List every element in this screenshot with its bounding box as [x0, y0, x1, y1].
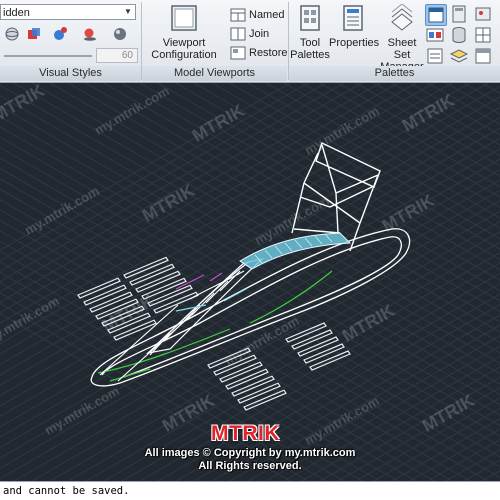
- palettes-panel-label: Palettes: [289, 66, 500, 81]
- tool-palettes-label-1: Tool: [299, 37, 321, 49]
- shadow-button[interactable]: [80, 25, 100, 43]
- palette-extra-button-3[interactable]: [473, 46, 493, 66]
- palettes-panel: Tool Palettes Properties Sheet Set Manag…: [289, 0, 500, 82]
- tool-palettes-label-2: Palettes: [290, 49, 330, 61]
- model-viewports-panel: Viewport Configuration Named Join Restor…: [142, 0, 288, 82]
- properties-icon: [343, 5, 363, 31]
- palette-extra-button-2[interactable]: [473, 25, 493, 45]
- restore-viewports-label: Restore: [249, 47, 288, 59]
- join-viewports-button[interactable]: Join: [230, 25, 269, 43]
- properties-small-button[interactable]: [425, 46, 445, 66]
- named-viewports-button[interactable]: Named: [230, 6, 284, 24]
- properties-small-icon: [427, 48, 443, 64]
- command-line-text: and cannot be saved.: [3, 485, 130, 497]
- viewport-configuration-label-2: Configuration: [151, 49, 217, 61]
- join-viewports-icon: [230, 27, 246, 41]
- markup-set-manager-button[interactable]: [425, 4, 447, 26]
- viewport-configuration-button[interactable]: Viewport Configuration: [144, 4, 224, 61]
- sheet-set-manager-button[interactable]: Sheet Set Manager: [379, 3, 425, 73]
- calculator-icon: [452, 5, 466, 23]
- opacity-slider[interactable]: [4, 55, 92, 57]
- visual-style-select-value: idden: [3, 7, 30, 19]
- render-sphere-button[interactable]: [110, 25, 130, 43]
- tool-palettes-icon: [300, 5, 320, 31]
- quickcalc-button[interactable]: [449, 4, 469, 24]
- design-center-button[interactable]: [425, 25, 445, 45]
- command-line[interactable]: and cannot be saved.: [0, 481, 500, 500]
- brand-logo: MTRIK: [211, 422, 280, 445]
- grid-icon: [475, 27, 491, 43]
- database-icon: [452, 27, 466, 43]
- render-sphere-icon: [114, 28, 126, 40]
- window-icon: [475, 48, 491, 64]
- drawing-area[interactable]: MTRIK my.mtrik.com MTRIK my.mtrik.com MTRIK m…: [0, 83, 500, 481]
- sheet-set-manager-label-1: Sheet Set: [387, 37, 417, 61]
- restore-viewports-button[interactable]: Restore: [230, 44, 288, 62]
- layers-icon: [449, 49, 469, 63]
- copyright-text: All images © Copyright by my.mtrik.com: [144, 447, 356, 459]
- model-viewports-panel-label: Model Viewports: [142, 66, 287, 81]
- restore-viewports-icon: [230, 46, 246, 60]
- named-viewports-label: Named: [249, 9, 285, 21]
- image-icon: [475, 7, 491, 21]
- face-style-button[interactable]: [24, 25, 44, 43]
- visual-styles-panel-label: Visual Styles: [0, 66, 141, 81]
- sphere-icon: [5, 27, 19, 41]
- design-center-icon: [426, 28, 444, 42]
- edge-style-button[interactable]: [50, 25, 70, 43]
- join-viewports-label: Join: [249, 28, 270, 40]
- rights-text: All Rights reserved.: [198, 460, 302, 472]
- visual-style-sphere-button[interactable]: [2, 25, 22, 43]
- viewport-configuration-icon: [171, 5, 197, 31]
- viewport-configuration-label-1: Viewport: [162, 37, 206, 49]
- shadow-icon: [84, 28, 96, 41]
- ribbon: idden ▼ 60 Visual Styles Viewport Config…: [0, 0, 500, 83]
- dbconnect-button[interactable]: [449, 25, 469, 45]
- named-viewports-icon: [230, 8, 246, 22]
- edge-style-icon: [54, 27, 67, 40]
- sheet-set-manager-icon: [391, 3, 413, 31]
- opacity-field[interactable]: 60: [96, 48, 138, 63]
- properties-label: Properties: [329, 37, 380, 49]
- properties-button[interactable]: Properties: [329, 4, 380, 49]
- markup-window-icon: [428, 7, 444, 23]
- face-style-icon: [28, 28, 40, 39]
- layers-button[interactable]: [449, 46, 469, 66]
- visual-style-select[interactable]: idden ▼: [0, 4, 136, 20]
- chevron-down-icon[interactable]: ▼: [122, 6, 134, 18]
- palette-extra-button-1[interactable]: [473, 4, 493, 24]
- tool-palettes-button[interactable]: Tool Palettes: [289, 4, 331, 61]
- visual-styles-panel: idden ▼ 60 Visual Styles: [0, 0, 141, 82]
